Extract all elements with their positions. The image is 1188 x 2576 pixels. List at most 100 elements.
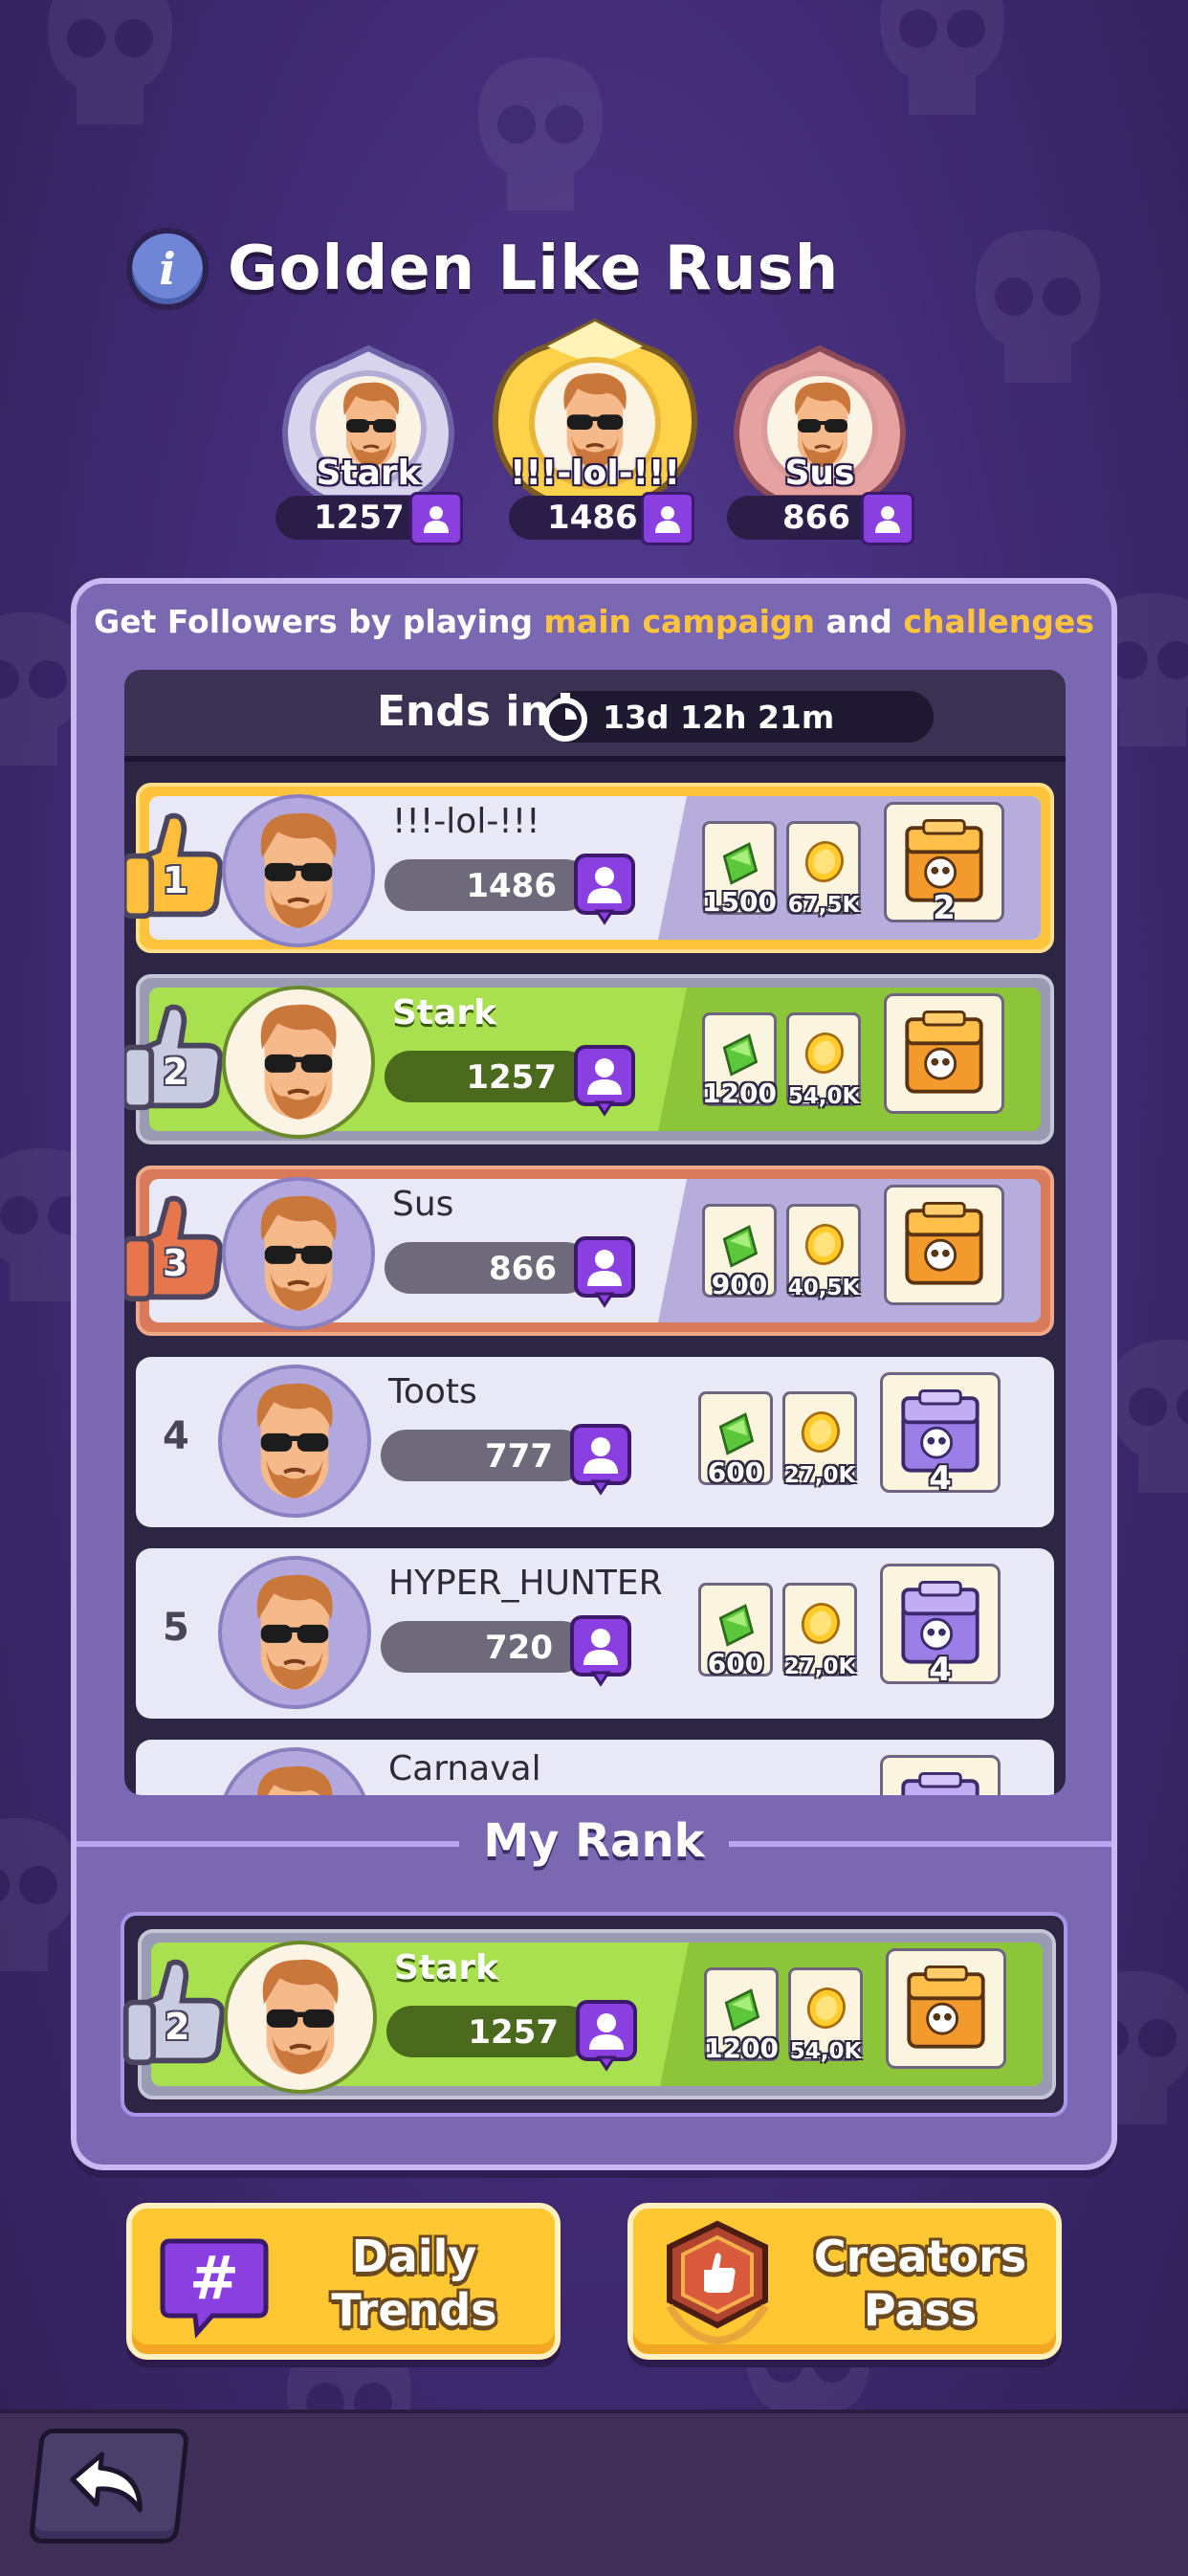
description-text: and [815, 603, 904, 640]
follower-icon [574, 1045, 635, 1116]
creators-pass-line2: Pass [863, 2284, 978, 2336]
leaderboard-row[interactable]: 2 Stark 1257 1200 54,0K [136, 974, 1054, 1144]
rank-number: 4 [163, 1414, 189, 1458]
coin-reward: 27,0K [782, 1391, 857, 1488]
timer-pill: 13d 12h 21m [543, 691, 934, 743]
follower-icon [576, 2000, 637, 2071]
coin-reward: 54,0K [788, 1967, 863, 2064]
score-pill: 1257 [386, 2000, 637, 2071]
follower-icon [574, 854, 635, 924]
follower-icon [570, 1615, 631, 1686]
rank-number: 3 [163, 1242, 188, 1284]
rank-number: 1 [163, 859, 188, 901]
podium-score: 1486 [547, 499, 638, 537]
player-name: HYPER_HUNTER [388, 1564, 663, 1603]
gem-reward: 900 [702, 1204, 777, 1300]
score-pill: 720 [381, 1615, 631, 1686]
podium-second[interactable]: Stark 1257 [275, 344, 463, 549]
rank-badge: 2 [124, 995, 228, 1120]
leaderboard-row[interactable]: 5 HYPER_HUNTER 720 600 27,0K 4 [136, 1548, 1054, 1719]
podium-name: Stark [316, 454, 421, 493]
info-icon[interactable]: i [126, 228, 209, 310]
player-avatar [222, 794, 375, 947]
leaderboard-row[interactable]: 3 Sus 866 900 40,5K [136, 1166, 1054, 1336]
chest-reward[interactable]: 2 [884, 802, 1004, 927]
creators-pass-button[interactable]: Creators Pass [627, 2203, 1062, 2360]
podium-name: Sus [784, 454, 855, 493]
score-pill: 866 [385, 1236, 635, 1307]
podium-score: 866 [782, 499, 850, 537]
ends-bar: Ends in 13d 12h 21m [124, 670, 1066, 762]
creators-pass-line1: Creators [813, 2231, 1027, 2282]
chest-count: 2 [933, 889, 956, 927]
chest-reward[interactable] [884, 1185, 1004, 1305]
podium-third[interactable]: Sus 866 [727, 344, 914, 549]
gem-reward: 1200 [702, 1012, 777, 1109]
coin-amount: 27,0K [783, 1654, 856, 1679]
player-score: 1257 [468, 2013, 559, 2052]
player-name: !!!-lol-!!! [392, 802, 540, 841]
coin-amount: 54,0K [787, 1084, 860, 1109]
player-avatar [218, 1556, 371, 1709]
player-score: 866 [489, 1250, 557, 1288]
creators-pass-badge-icon [666, 2220, 769, 2345]
gem-amount: 1200 [702, 1077, 777, 1109]
gem-amount: 600 [707, 1648, 764, 1679]
chest-reward[interactable] [884, 993, 1004, 1114]
player-score: 720 [485, 1629, 553, 1667]
event-description: Get Followers by playing main campaign a… [0, 603, 1188, 640]
rank-badge: 1 [124, 804, 228, 928]
coin-reward: 40,5K [786, 1204, 861, 1300]
creators-pass-label: Creators Pass [786, 2230, 1054, 2337]
player-score: 777 [485, 1437, 553, 1476]
chest-reward[interactable] [886, 1948, 1006, 2069]
podium-first[interactable]: !!!-lol-!!! 1486 [490, 318, 700, 549]
player-avatar [222, 986, 375, 1139]
gem-amount: 900 [711, 1269, 768, 1300]
player-avatar [224, 1941, 377, 2094]
coin-amount: 40,5K [787, 1276, 860, 1300]
score-pill: 1257 [385, 1045, 635, 1116]
score-pill: 777 [381, 1424, 631, 1495]
gem-amount: 1500 [702, 886, 777, 918]
back-button[interactable] [28, 2429, 190, 2543]
chest-reward[interactable] [880, 1755, 1001, 1795]
coin-reward: 27,0K [782, 1583, 857, 1679]
leaderboard-row[interactable]: 1 !!!-lol-!!! 1486 1500 67,5K 2 [136, 783, 1054, 953]
player-avatar [222, 1177, 375, 1330]
timer-value: 13d 12h 21m [603, 698, 835, 736]
ends-label: Ends in [377, 687, 550, 736]
rank-number: 2 [163, 1051, 188, 1093]
daily-trends-label: Daily Trends [295, 2230, 534, 2337]
chest-count: 4 [929, 1651, 952, 1689]
rank-badge: 3 [124, 1187, 228, 1311]
daily-trends-button[interactable]: # Daily Trends [126, 2203, 561, 2360]
rank-number: 5 [163, 1606, 189, 1650]
follower-icon [574, 1236, 635, 1307]
gem-reward: 600 [698, 1391, 773, 1488]
my-rank-frame: 2 Stark 1257 1200 54,0K [121, 1912, 1067, 2117]
follower-icon [641, 492, 694, 545]
coin-amount: 67,5K [787, 893, 860, 918]
player-name: Carnaval [388, 1749, 541, 1788]
my-rank-row[interactable]: 2 Stark 1257 1200 54,0K [138, 1929, 1056, 2099]
description-text: Get Followers by playing [94, 603, 544, 640]
leaderboard-row[interactable]: 4 Toots 777 600 27,0K 4 [136, 1357, 1054, 1527]
player-name: Stark [392, 993, 497, 1033]
coin-reward: 54,0K [786, 1012, 861, 1109]
svg-text:#: # [189, 2243, 239, 2313]
chest-reward[interactable]: 4 [880, 1372, 1001, 1498]
podium-score: 1257 [314, 499, 405, 537]
purple-chest-icon [901, 1771, 979, 1795]
score-pill: 1486 [385, 854, 635, 924]
gem-reward: 1500 [702, 821, 777, 918]
leaderboard-row[interactable]: Carnaval [136, 1740, 1054, 1795]
description-highlight-challenges: challenges [903, 603, 1094, 640]
leaderboard-list[interactable]: Ends in 13d 12h 21m 1 !!!-lol-!!! 1486 1… [124, 670, 1066, 1795]
player-score: 1257 [466, 1058, 557, 1097]
gem-reward: 1200 [704, 1967, 779, 2064]
gem-reward: 600 [698, 1583, 773, 1679]
chest-reward[interactable]: 4 [880, 1564, 1001, 1689]
coin-reward: 67,5K [786, 821, 861, 918]
my-rank-title: My Rank [459, 1814, 729, 1868]
